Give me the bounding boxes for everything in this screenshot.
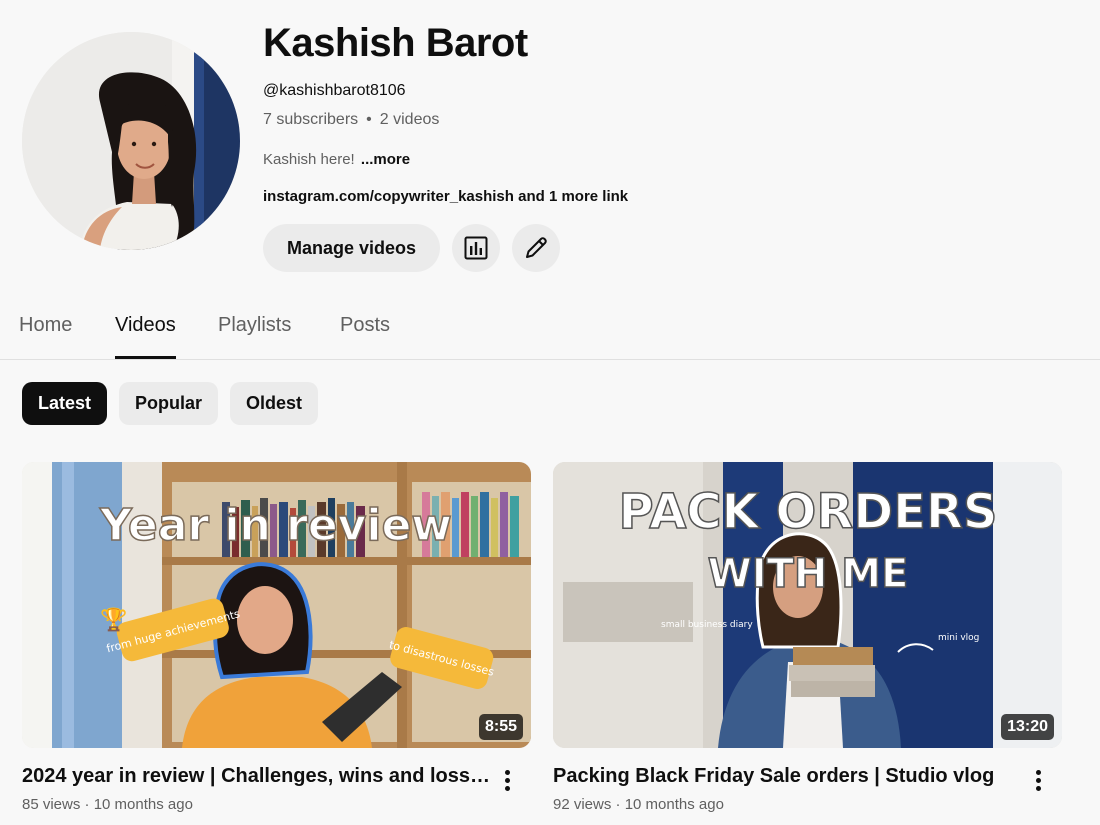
meta-separator: · bbox=[84, 796, 90, 813]
thumbnail-image: Year in review from huge achievements to… bbox=[22, 462, 531, 748]
trophy-icon: 🏆 bbox=[100, 607, 127, 632]
video-duration: 13:20 bbox=[1001, 714, 1054, 740]
tab-home[interactable]: Home bbox=[19, 300, 72, 359]
channel-avatar[interactable] bbox=[22, 32, 240, 250]
channel-actions: Manage videos bbox=[263, 224, 1063, 272]
video-card[interactable]: PACK ORDERS WITH ME small business diary… bbox=[553, 462, 1062, 814]
video-views: 85 views bbox=[22, 796, 81, 813]
video-views: 92 views bbox=[553, 796, 612, 813]
video-title[interactable]: 2024 year in review | Challenges, wins a… bbox=[22, 764, 491, 788]
video-age: 10 months ago bbox=[93, 796, 193, 813]
kebab-dot bbox=[504, 777, 510, 783]
video-subtitle: 92 views · 10 months ago bbox=[553, 796, 1022, 814]
thumbnail-note-2: mini vlog bbox=[938, 633, 979, 643]
video-count: 2 videos bbox=[379, 111, 440, 128]
description-more-button[interactable]: ...more bbox=[361, 151, 410, 168]
more-links-button[interactable]: and 1 more link bbox=[518, 188, 628, 205]
chip-latest[interactable]: Latest bbox=[22, 382, 108, 425]
analytics-button[interactable] bbox=[452, 224, 501, 272]
edit-channel-button[interactable] bbox=[512, 224, 561, 272]
video-meta: Packing Black Friday Sale orders | Studi… bbox=[553, 764, 1062, 814]
thumbnail-note-1: small business diary bbox=[661, 620, 753, 630]
stats-separator: • bbox=[366, 111, 372, 128]
kebab-dot bbox=[1035, 777, 1041, 783]
thumbnail-image: PACK ORDERS WITH ME small business diary… bbox=[553, 462, 1062, 748]
video-card[interactable]: Year in review from huge achievements to… bbox=[22, 462, 531, 814]
tab-playlists[interactable]: Playlists bbox=[218, 300, 291, 359]
video-thumbnail[interactable]: Year in review from huge achievements to… bbox=[22, 462, 531, 748]
meta-separator: · bbox=[615, 796, 621, 813]
channel-stats: 7 subscribers • 2 videos bbox=[263, 110, 1063, 130]
channel-info: Kashish Barot @kashishbarot8106 7 subscr… bbox=[263, 20, 1063, 272]
description-text: Kashish here! bbox=[263, 151, 355, 168]
analytics-icon bbox=[464, 236, 488, 260]
channel-tabs: Home Videos Playlists Posts bbox=[0, 300, 1100, 360]
avatar-photo bbox=[22, 32, 240, 250]
video-duration: 8:55 bbox=[478, 714, 523, 740]
more-actions-button[interactable] bbox=[1026, 766, 1050, 794]
channel-description[interactable]: Kashish here! ...more bbox=[263, 150, 1063, 170]
channel-name: Kashish Barot bbox=[263, 21, 528, 65]
kebab-dot bbox=[504, 769, 510, 775]
sort-chips: Latest Popular Oldest bbox=[22, 382, 319, 425]
manage-videos-button[interactable]: Manage videos bbox=[263, 224, 441, 272]
pencil-icon bbox=[526, 237, 547, 258]
video-subtitle: 85 views · 10 months ago bbox=[22, 796, 491, 814]
video-thumbnail[interactable]: PACK ORDERS WITH ME small business diary… bbox=[553, 462, 1062, 748]
chip-popular[interactable]: Popular bbox=[119, 382, 219, 425]
kebab-dot bbox=[1035, 769, 1041, 775]
video-meta: 2024 year in review | Challenges, wins a… bbox=[22, 764, 531, 814]
instagram-link[interactable]: instagram.com/copywriter_kashish bbox=[263, 188, 514, 205]
more-actions-button[interactable] bbox=[495, 766, 519, 794]
thumbnail-title-text-2: WITH ME bbox=[708, 551, 909, 597]
thumbnail-title-text-1: PACK ORDERS bbox=[619, 484, 998, 540]
tab-videos[interactable]: Videos bbox=[115, 300, 176, 359]
kebab-dot bbox=[504, 785, 510, 791]
video-title[interactable]: Packing Black Friday Sale orders | Studi… bbox=[553, 764, 1022, 788]
video-age: 10 months ago bbox=[624, 796, 724, 813]
channel-links: instagram.com/copywriter_kashish and 1 m… bbox=[263, 187, 1063, 207]
chip-oldest[interactable]: Oldest bbox=[230, 382, 319, 425]
tab-posts[interactable]: Posts bbox=[340, 300, 390, 359]
subscriber-count: 7 subscribers bbox=[263, 111, 359, 128]
kebab-dot bbox=[1035, 785, 1041, 791]
thumbnail-title-text: Year in review bbox=[99, 500, 452, 551]
channel-handle: @kashishbarot8106 bbox=[263, 82, 406, 99]
